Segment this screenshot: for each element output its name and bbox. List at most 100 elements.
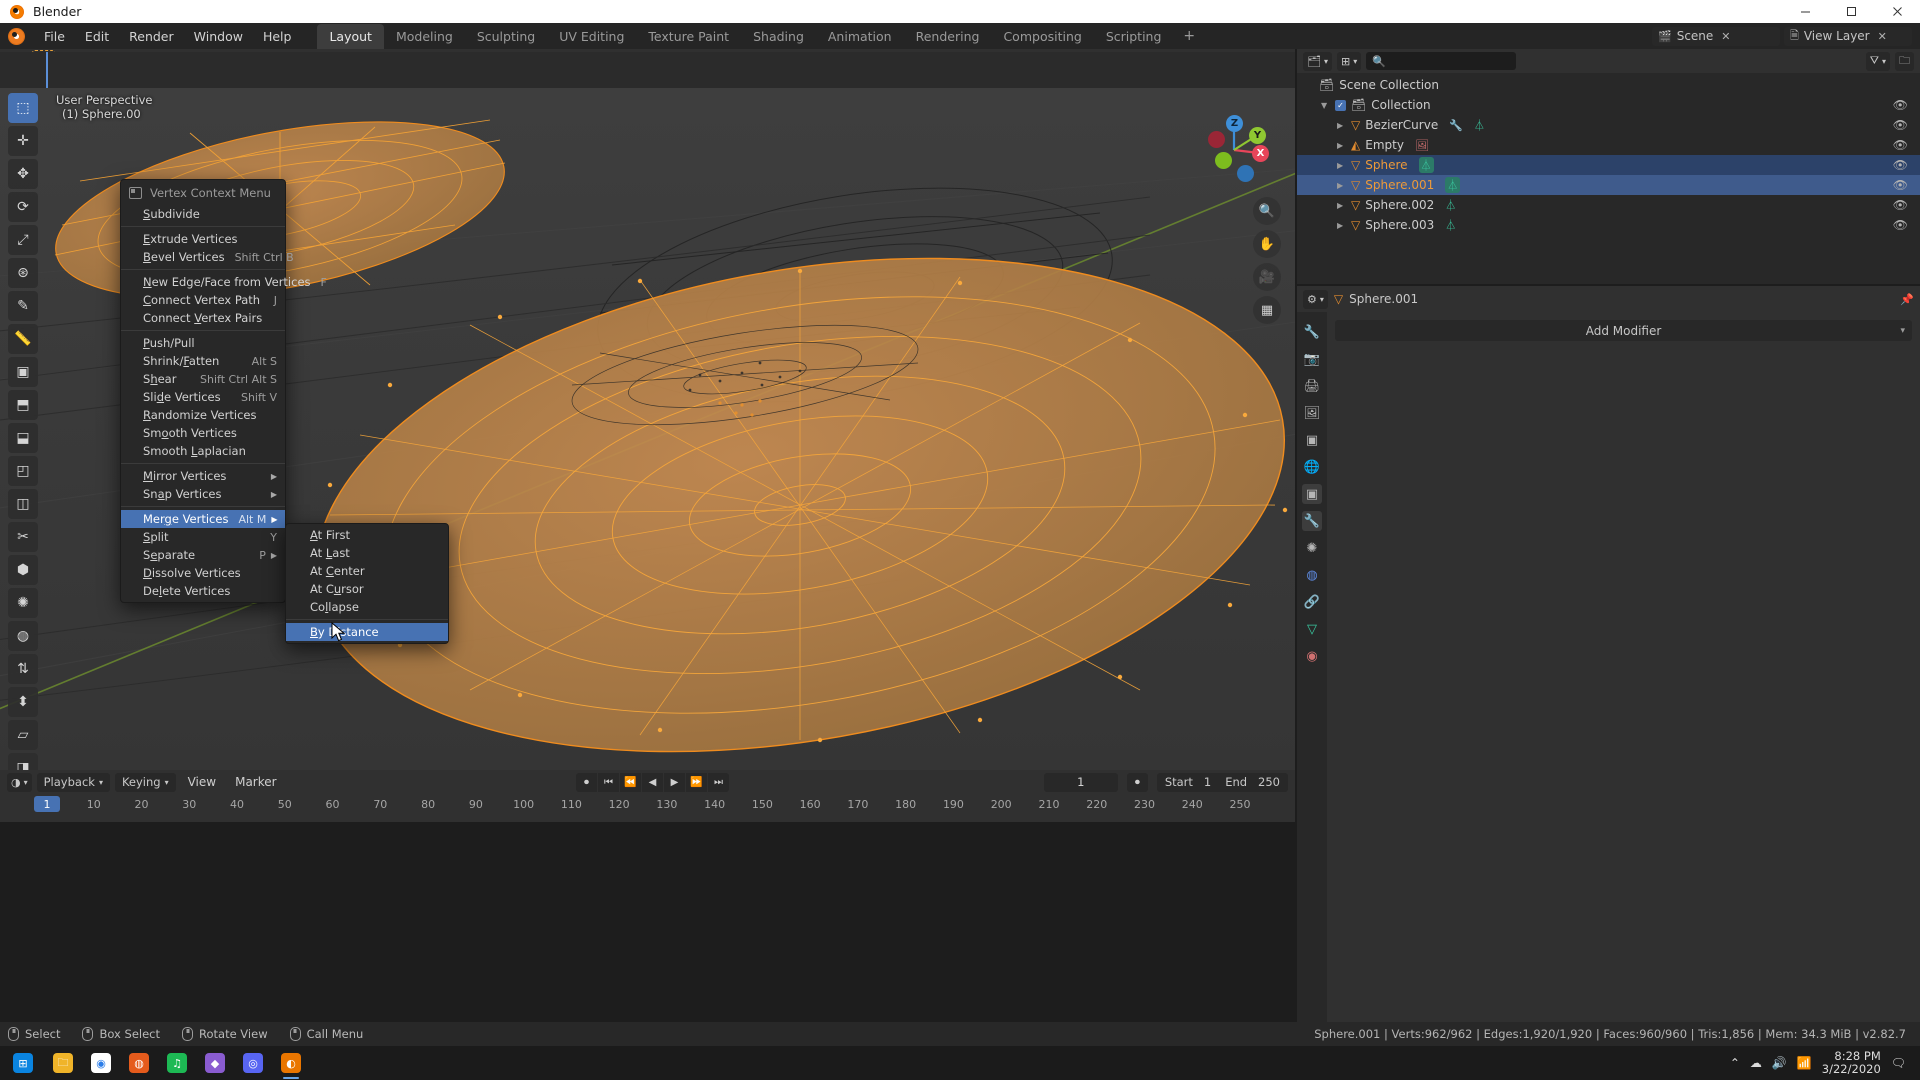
context-menu-item-smooth-laplacian[interactable]: Smooth Laplacian xyxy=(121,442,285,460)
workspace-tab-scripting[interactable]: Scripting xyxy=(1094,24,1174,49)
context-menu-item-randomize-vertices[interactable]: Randomize Vertices xyxy=(121,406,285,424)
submenu-item-at-first[interactable]: At First xyxy=(286,526,448,544)
mesh-data-icon[interactable]: ⏃ xyxy=(1419,157,1434,173)
menu-render[interactable]: Render xyxy=(119,25,184,48)
network-icon[interactable]: 📶 xyxy=(1797,1056,1812,1070)
properties-tab-data[interactable]: ▽ xyxy=(1302,619,1322,639)
smooth-tool-icon[interactable]: ◍ xyxy=(8,621,38,651)
3d-viewport[interactable]: User Perspective (1) Sphere.00 ⬚ ✛ ✥ ⟳ ⤢… xyxy=(0,85,1295,770)
workspace-tab-layout[interactable]: Layout xyxy=(317,24,384,49)
outliner-row-sphere[interactable]: ▶▽Sphere⏃👁 xyxy=(1297,155,1920,175)
bevel-tool-icon[interactable]: ◰ xyxy=(8,456,38,486)
expand-collapse-icon[interactable]: ▶ xyxy=(1337,201,1346,210)
shrink-fatten-tool-icon[interactable]: ⬍ xyxy=(8,687,38,717)
expand-collapse-icon[interactable]: ▶ xyxy=(1337,161,1346,170)
view-layer-selector[interactable]: 🗎 View Layer ✕ xyxy=(1784,27,1912,46)
outliner-search-input[interactable]: 🔍 xyxy=(1366,52,1516,70)
properties-tab-output[interactable]: 🖨 xyxy=(1302,376,1322,396)
timeline-view-menu[interactable]: View xyxy=(181,772,223,792)
taskbar-app-blender[interactable]: ◐ xyxy=(272,1046,310,1080)
outliner-row-sphere-002[interactable]: ▶▽Sphere.002⏃👁 xyxy=(1297,195,1920,215)
menu-window[interactable]: Window xyxy=(184,25,253,48)
timeline-marker-menu[interactable]: Marker xyxy=(228,772,283,792)
timeline-ruler[interactable]: 1 10203040506070809010011012013014015016… xyxy=(0,794,1295,822)
properties-tab-modifier[interactable]: 🔧 xyxy=(1302,511,1322,531)
record-icon[interactable]: ⏺ xyxy=(576,773,597,792)
annotate-tool-icon[interactable]: ✎ xyxy=(8,291,38,321)
notification-icon[interactable]: 🗨 xyxy=(1891,1056,1906,1070)
workspace-tab-texture-paint[interactable]: Texture Paint xyxy=(636,24,741,49)
auto-keying-icon[interactable]: ⏺ xyxy=(1127,773,1148,792)
visibility-eye-icon[interactable]: 👁 xyxy=(1893,198,1908,212)
context-menu-item-delete-vertices[interactable]: Delete Vertices xyxy=(121,582,285,600)
properties-tab-particles[interactable]: ✺ xyxy=(1302,538,1322,558)
context-menu-item-extrude-vertices[interactable]: Extrude Vertices xyxy=(121,230,285,248)
collection-checkbox[interactable]: ✓ xyxy=(1335,100,1346,111)
onedrive-icon[interactable]: ☁ xyxy=(1750,1056,1762,1070)
mesh-data-icon[interactable]: ⏃ xyxy=(1474,117,1485,133)
outliner-row-sphere-001[interactable]: ▶▽Sphere.001⏃👁 xyxy=(1297,175,1920,195)
workspace-tab-modeling[interactable]: Modeling xyxy=(384,24,465,49)
visibility-eye-icon[interactable]: 👁 xyxy=(1893,118,1908,132)
properties-tab-tool[interactable]: 🔧 xyxy=(1302,322,1322,342)
workspace-tab-rendering[interactable]: Rendering xyxy=(904,24,992,49)
context-menu-item-smooth-vertices[interactable]: Smooth Vertices xyxy=(121,424,285,442)
outliner-row-sphere-003[interactable]: ▶▽Sphere.003⏃👁 xyxy=(1297,215,1920,235)
minimize-button[interactable] xyxy=(1782,0,1828,23)
current-frame-field[interactable]: 1 xyxy=(1044,773,1118,792)
context-menu-item-dissolve-vertices[interactable]: Dissolve Vertices xyxy=(121,564,285,582)
inset-faces-tool-icon[interactable]: ⬓ xyxy=(8,423,38,453)
image-icon[interactable]: 🖼 xyxy=(1415,139,1429,152)
edge-slide-tool-icon[interactable]: ⇅ xyxy=(8,654,38,684)
modifier-icon[interactable]: 🔧 xyxy=(1449,119,1463,132)
context-menu-item-new-edge-face-from-vertices[interactable]: New Edge/Face from VerticesF xyxy=(121,273,285,291)
add-workspace-button[interactable]: + xyxy=(1173,25,1205,47)
close-button[interactable] xyxy=(1874,0,1920,23)
context-menu-item-separate[interactable]: SeparateP▶ xyxy=(121,546,285,564)
timeline-editor-type-icon[interactable]: ◑ ▾ xyxy=(7,773,32,792)
scale-tool-icon[interactable]: ⤢ xyxy=(8,225,38,255)
workspace-tab-sculpting[interactable]: Sculpting xyxy=(465,24,547,49)
context-menu-item-connect-vertex-pairs[interactable]: Connect Vertex Pairs xyxy=(121,309,285,327)
workspace-tab-compositing[interactable]: Compositing xyxy=(991,24,1093,49)
poly-build-tool-icon[interactable]: ⬢ xyxy=(8,555,38,585)
vertex-context-menu[interactable]: Vertex Context Menu SubdivideExtrude Ver… xyxy=(120,179,286,603)
extrude-region-tool-icon[interactable]: ⬒ xyxy=(8,390,38,420)
gizmo-axis-x-negative[interactable] xyxy=(1208,131,1225,148)
view-axis-gizmo[interactable]: Z Y X xyxy=(1189,105,1273,189)
context-menu-item-shear[interactable]: ShearShift Ctrl Alt S xyxy=(121,370,285,388)
taskbar-clock[interactable]: 8:28 PM 3/22/2020 xyxy=(1822,1050,1881,1076)
workspace-tab-uv-editing[interactable]: UV Editing xyxy=(547,24,636,49)
shear-tool-icon[interactable]: ▱ xyxy=(8,720,38,750)
visibility-eye-icon[interactable]: 👁 xyxy=(1893,138,1908,152)
visibility-eye-icon[interactable]: 👁 xyxy=(1893,158,1908,172)
expand-collapse-icon[interactable]: ▼ xyxy=(1321,101,1330,110)
context-menu-item-mirror-vertices[interactable]: Mirror Vertices▶ xyxy=(121,467,285,485)
taskbar-app-firefox[interactable]: ◍ xyxy=(120,1046,158,1080)
mesh-data-icon[interactable]: ⏃ xyxy=(1445,197,1456,213)
properties-pin-icon[interactable]: 📌 xyxy=(1900,293,1914,306)
gizmo-axis-x-positive[interactable]: X xyxy=(1252,145,1269,162)
context-menu-item-push-pull[interactable]: Push/Pull xyxy=(121,334,285,352)
outliner-row-beziercurve[interactable]: ▶▽BezierCurve🔧⏃👁 xyxy=(1297,115,1920,135)
gizmo-axis-z-positive[interactable]: Z xyxy=(1226,115,1243,132)
submenu-item-at-last[interactable]: At Last xyxy=(286,544,448,562)
submenu-item-at-center[interactable]: At Center xyxy=(286,562,448,580)
expand-collapse-icon[interactable]: ▶ xyxy=(1337,221,1346,230)
play-reverse-icon[interactable]: ◀ xyxy=(642,773,663,792)
expand-collapse-icon[interactable]: ▶ xyxy=(1337,181,1346,190)
zoom-icon[interactable]: 🔍 xyxy=(1253,197,1281,225)
playback-dropdown[interactable]: Playback▾ xyxy=(37,773,110,792)
spin-tool-icon[interactable]: ✺ xyxy=(8,588,38,618)
properties-tab-view-layer[interactable]: 🖼 xyxy=(1302,403,1322,423)
visibility-eye-icon[interactable]: 👁 xyxy=(1893,178,1908,192)
maximize-button[interactable] xyxy=(1828,0,1874,23)
frame-range-fields[interactable]: Start 1 End 250 xyxy=(1157,773,1288,792)
context-menu-item-merge-vertices[interactable]: Merge VerticesAlt M▶ xyxy=(121,510,285,528)
outliner-editor-type-icon[interactable]: 🗂 ▾ xyxy=(1303,52,1332,71)
orthographic-icon[interactable]: ▦ xyxy=(1253,296,1281,324)
keying-dropdown[interactable]: Keying▾ xyxy=(115,773,176,792)
play-icon[interactable]: ▶ xyxy=(664,773,685,792)
taskbar-app-spotify[interactable]: ♫ xyxy=(158,1046,196,1080)
expand-collapse-icon[interactable]: ▶ xyxy=(1337,141,1346,150)
